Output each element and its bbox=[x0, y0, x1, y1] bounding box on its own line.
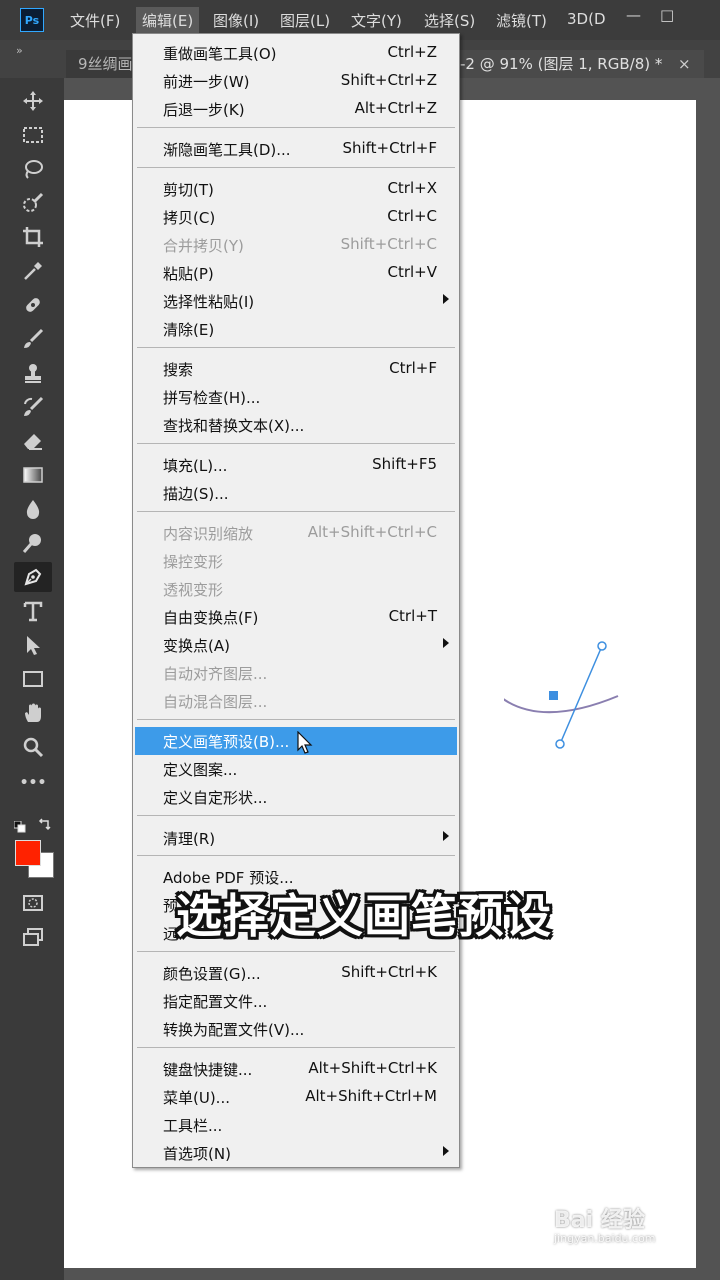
menu-item-clear[interactable]: 清除(E) bbox=[135, 315, 457, 343]
dodge-tool-icon[interactable] bbox=[14, 528, 52, 558]
move-tool-icon[interactable] bbox=[14, 86, 52, 116]
menu-3d[interactable]: 3D(D bbox=[567, 10, 606, 28]
menu-image[interactable]: 图像(I) bbox=[213, 10, 259, 31]
hand-tool-icon[interactable] bbox=[14, 698, 52, 728]
close-icon[interactable]: × bbox=[678, 50, 691, 78]
swap-colors-icon[interactable] bbox=[38, 816, 52, 831]
maximize-button[interactable]: □ bbox=[660, 6, 674, 24]
menu-separator bbox=[137, 443, 455, 444]
tutorial-caption: 选择定义画笔预设 bbox=[176, 889, 552, 943]
type-tool-icon[interactable] bbox=[14, 596, 52, 626]
submenu-arrow-icon bbox=[443, 294, 449, 304]
menu-select[interactable]: 选择(S) bbox=[424, 10, 475, 31]
baidu-watermark: Bai 经验 jingyan.baidu.com bbox=[554, 1202, 656, 1245]
more-tools-icon[interactable]: ••• bbox=[14, 768, 52, 798]
menu-type[interactable]: 文字(Y) bbox=[351, 10, 402, 31]
menu-item-cut[interactable]: 剪切(T) Ctrl+X bbox=[135, 175, 457, 203]
menu-item-paste-special[interactable]: 选择性粘贴(I) bbox=[135, 287, 457, 315]
menu-item-step-backward[interactable]: 后退一步(K) Alt+Ctrl+Z bbox=[135, 95, 457, 123]
watermark-url: jingyan.baidu.com bbox=[554, 1232, 656, 1245]
eyedropper-tool-icon[interactable] bbox=[14, 256, 52, 286]
menu-item-redo-brush[interactable]: 重做画笔工具(O) Ctrl+Z bbox=[135, 39, 457, 67]
healing-tool-icon[interactable] bbox=[14, 290, 52, 320]
menu-item-define-custom-shape[interactable]: 定义自定形状... bbox=[135, 783, 457, 811]
menu-item-toolbar[interactable]: 工具栏... bbox=[135, 1111, 457, 1139]
menu-item-search[interactable]: 搜索 Ctrl+F bbox=[135, 355, 457, 383]
document-tab-title: 9丝绸画 bbox=[78, 55, 133, 73]
collapse-panel-icon[interactable]: » bbox=[16, 44, 23, 57]
menu-layer[interactable]: 图层(L) bbox=[280, 10, 330, 31]
history-brush-tool-icon[interactable] bbox=[14, 392, 52, 422]
menu-item-convert-profile[interactable]: 转换为配置文件(V)... bbox=[135, 1015, 457, 1043]
menu-separator bbox=[137, 347, 455, 348]
menu-item-copy-merged: 合并拷贝(Y) Shift+Ctrl+C bbox=[163, 235, 437, 255]
lasso-tool-icon[interactable] bbox=[14, 154, 52, 184]
crop-tool-icon[interactable] bbox=[14, 222, 52, 252]
menu-filter[interactable]: 滤镜(T) bbox=[496, 10, 547, 31]
default-colors-icon[interactable] bbox=[13, 818, 26, 833]
menu-item-color-settings[interactable]: 颜色设置(G)... Shift+Ctrl+K bbox=[135, 959, 457, 987]
submenu-arrow-icon bbox=[443, 831, 449, 841]
menu-item-puppet-warp: 操控变形 bbox=[163, 553, 224, 571]
menu-item-content-aware-scale: 内容识别缩放 Alt+Shift+Ctrl+C bbox=[163, 523, 437, 543]
menu-item-define-brush-preset[interactable]: 定义画笔预设(B)... bbox=[135, 727, 457, 755]
menu-item-keyboard-shortcuts[interactable]: 键盘快捷键... Alt+Shift+Ctrl+K bbox=[135, 1055, 457, 1083]
menu-separator bbox=[137, 1047, 455, 1048]
menu-item-auto-align-layers: 自动对齐图层... bbox=[163, 665, 268, 683]
menu-item-perspective-warp: 透视变形 bbox=[163, 581, 224, 599]
pen-path[interactable] bbox=[504, 630, 684, 760]
menu-edit[interactable]: 编辑(E) bbox=[136, 7, 200, 35]
screen-mode-icon[interactable] bbox=[14, 922, 52, 952]
toolbar: ••• bbox=[0, 78, 64, 1280]
menu-item-paste[interactable]: 粘贴(P) Ctrl+V bbox=[135, 259, 457, 287]
menu-item-stroke[interactable]: 描边(S)... bbox=[135, 479, 457, 507]
menu-item-find-replace[interactable]: 查找和替换文本(X)... bbox=[135, 411, 457, 439]
marquee-tool-icon[interactable] bbox=[14, 120, 52, 150]
menu-separator bbox=[137, 815, 455, 816]
pen-tool-icon[interactable] bbox=[14, 562, 52, 592]
menu-item-step-forward[interactable]: 前进一步(W) Shift+Ctrl+Z bbox=[135, 67, 457, 95]
edit-menu: 重做画笔工具(O) Ctrl+Z 前进一步(W) Shift+Ctrl+Z 后退一步… bbox=[132, 33, 460, 1168]
menu-item-free-transform-points[interactable]: 自由变换点(F) Ctrl+T bbox=[135, 603, 457, 631]
menu-file[interactable]: 文件(F) bbox=[70, 10, 120, 31]
menu-item-fill[interactable]: 填充(L)... Shift+F5 bbox=[135, 451, 457, 479]
rectangle-tool-icon[interactable] bbox=[14, 664, 52, 694]
menu-item-assign-profile[interactable]: 指定配置文件... bbox=[135, 987, 457, 1015]
menu-item-auto-blend-layers: 自动混合图层... bbox=[163, 693, 268, 711]
menu-separator bbox=[137, 855, 455, 856]
path-select-tool-icon[interactable] bbox=[14, 630, 52, 660]
menu-item-spell-check[interactable]: 拼写检查(H)... bbox=[135, 383, 457, 411]
watermark-logo-text: Bai 经验 bbox=[554, 1208, 645, 1233]
brush-tool-icon[interactable] bbox=[14, 324, 52, 354]
menu-separator bbox=[137, 167, 455, 168]
menu-separator bbox=[137, 127, 455, 128]
menu-item-define-pattern[interactable]: 定义图案... bbox=[135, 755, 457, 783]
gradient-tool-icon[interactable] bbox=[14, 460, 52, 490]
minimize-button[interactable]: — bbox=[626, 6, 641, 24]
blur-tool-icon[interactable] bbox=[14, 494, 52, 524]
menu-item-preferences[interactable]: 首选项(N) bbox=[135, 1139, 457, 1167]
submenu-arrow-icon bbox=[443, 1146, 449, 1156]
menu-item-copy[interactable]: 拷贝(C) Ctrl+C bbox=[135, 203, 457, 231]
quick-mask-icon[interactable] bbox=[14, 888, 52, 918]
quick-select-tool-icon[interactable] bbox=[14, 188, 52, 218]
menu-separator bbox=[137, 719, 455, 720]
document-tab-active[interactable]: -2 @ 91% (图层 1, RGB/8) * × bbox=[460, 50, 704, 78]
photoshop-logo: Ps bbox=[20, 8, 44, 32]
menu-item-fade-brush[interactable]: 渐隐画笔工具(D)... Shift+Ctrl+F bbox=[135, 135, 457, 163]
zoom-tool-icon[interactable] bbox=[14, 732, 52, 762]
submenu-arrow-icon bbox=[443, 638, 449, 648]
foreground-color-swatch[interactable] bbox=[15, 840, 41, 866]
menu-separator bbox=[137, 951, 455, 952]
stamp-tool-icon[interactable] bbox=[14, 358, 52, 388]
menu-item-menus[interactable]: 菜单(U)... Alt+Shift+Ctrl+M bbox=[135, 1083, 457, 1111]
menu-item-purge[interactable]: 清理(R) bbox=[135, 824, 457, 852]
menu-item-transform-points[interactable]: 变换点(A) bbox=[135, 631, 457, 659]
document-tab-title: -2 @ 91% (图层 1, RGB/8) * bbox=[460, 55, 663, 73]
menu-separator bbox=[137, 511, 455, 512]
eraser-tool-icon[interactable] bbox=[14, 426, 52, 456]
